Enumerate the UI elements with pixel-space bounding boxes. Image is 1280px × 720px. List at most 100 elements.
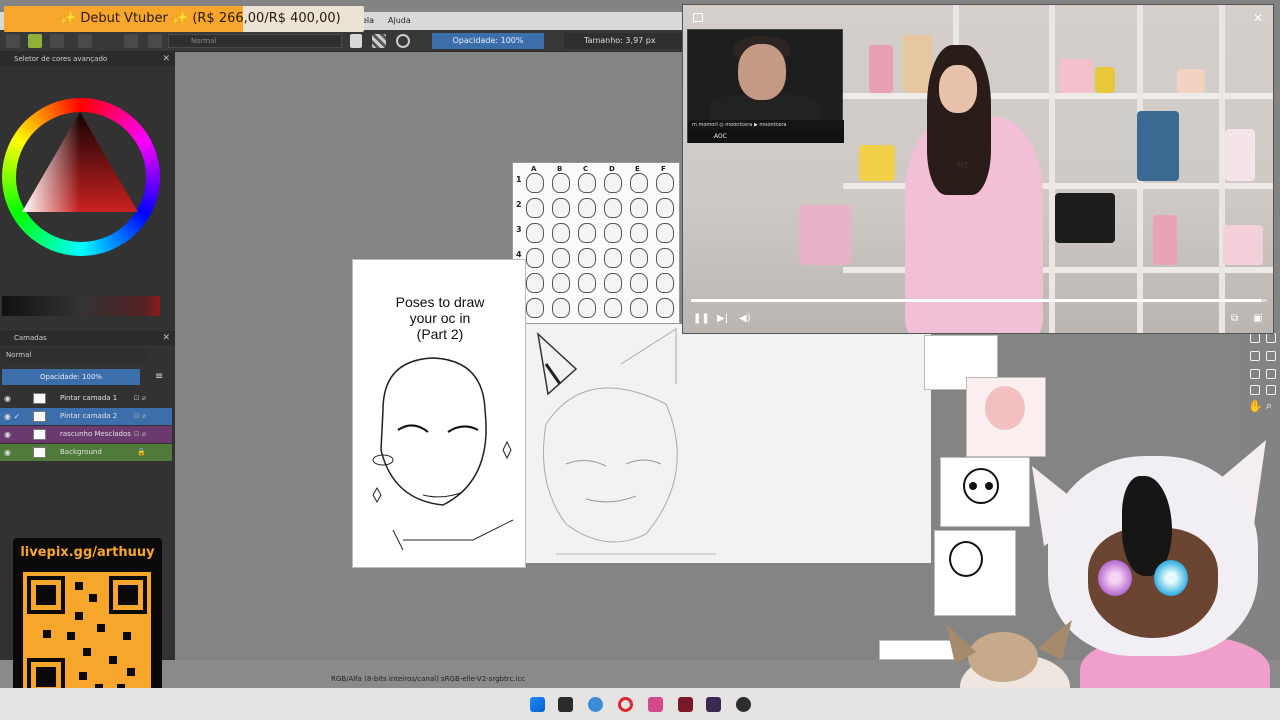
tool-icon[interactable] — [1266, 333, 1276, 343]
opera-icon[interactable] — [618, 697, 633, 712]
obs-icon[interactable] — [736, 697, 751, 712]
grid-column-label: E — [635, 165, 640, 173]
eye-icon[interactable]: ◉ — [4, 426, 11, 443]
grid-column-label: F — [661, 165, 666, 173]
avatar-eye — [1154, 560, 1188, 596]
emote-sketch — [630, 173, 648, 193]
krita-icon[interactable] — [588, 697, 603, 712]
layer-name: Pintar camada 2 — [60, 412, 118, 420]
tool-icon[interactable] — [1250, 385, 1260, 395]
grid-row-label: 3 — [516, 225, 522, 234]
eye-icon[interactable]: ◉ ✓ — [4, 408, 20, 425]
emote-sketch — [656, 223, 674, 243]
layer-thumbnail — [33, 411, 46, 422]
layer-row-selected[interactable]: ◉ ✓ Pintar camada 2 ⊡ ⌀ — [0, 408, 172, 425]
fullscreen-icon[interactable]: ▣ — [1253, 313, 1262, 324]
popout-icon[interactable] — [693, 13, 703, 22]
opacity-slider[interactable]: Opacidade: 100% — [432, 33, 544, 49]
qr-marker — [27, 576, 65, 614]
cat-sketch-drawing — [536, 328, 716, 555]
eye-icon[interactable]: ◉ — [4, 444, 11, 461]
grid-row-label: 4 — [516, 250, 522, 259]
brush-tip-icon[interactable] — [124, 34, 138, 48]
shelf-item — [1059, 59, 1093, 93]
zoom-icon[interactable]: ⌕ — [1266, 399, 1272, 413]
next-icon[interactable]: ▶| — [717, 313, 728, 324]
emote-sketch — [552, 173, 570, 193]
emote-sketch — [552, 298, 570, 318]
emote-sketch — [656, 173, 674, 193]
lock-icon[interactable]: ⊡ ⌀ — [134, 390, 146, 407]
grid-column-label: A — [531, 165, 537, 173]
emote-sketch — [604, 223, 622, 243]
app-icon[interactable] — [648, 697, 663, 712]
eraser-icon[interactable] — [350, 34, 362, 48]
video-player-window[interactable]: ME m momorl ◎ moontcera ▶ moontcera AOC … — [682, 4, 1274, 334]
tool-icon[interactable] — [1266, 351, 1276, 361]
tool-icon[interactable] — [1250, 369, 1260, 379]
tool-icon[interactable] — [1250, 351, 1260, 361]
close-icon[interactable]: ✕ — [162, 331, 170, 345]
layer-blend-select[interactable]: Normal — [2, 348, 147, 362]
shirt-text: ME — [957, 161, 969, 170]
layer-row[interactable]: ◉ Background 🔒 — [0, 444, 172, 461]
tool-icon[interactable] — [1266, 369, 1276, 379]
livepix-qr-card: livepix.gg/arthuuy — [13, 538, 162, 710]
layer-name: rascunho Mesclados — [60, 430, 131, 438]
lock-icon[interactable]: 🔒 — [137, 444, 146, 461]
streamer-brand: AOC — [688, 130, 844, 143]
pip-icon[interactable]: ⧉ — [1231, 313, 1238, 324]
shelf-item — [799, 205, 851, 265]
reload-preset-icon[interactable] — [396, 34, 410, 48]
lock-icon[interactable]: ⊡ ⌀ — [134, 426, 146, 443]
tool-icon[interactable] — [1266, 385, 1276, 395]
hand-icon[interactable]: ✋ — [1248, 399, 1263, 413]
shelf-item — [1055, 193, 1115, 243]
emote-sketch — [604, 173, 622, 193]
pause-icon[interactable]: ❚❚ — [693, 313, 710, 324]
menu-icon[interactable]: ≡ — [155, 371, 163, 382]
eye-icon[interactable]: ◉ — [4, 390, 11, 407]
blend-mode-select[interactable]: Normal — [168, 34, 342, 48]
emote-sketch — [526, 173, 544, 193]
emote-sketch — [630, 248, 648, 268]
video-controls: ❚❚ ▶| ◀) ⧉ ▣ — [683, 307, 1273, 333]
shelf-item — [859, 145, 895, 181]
volume-icon[interactable]: ◀) — [739, 313, 751, 324]
emote-sketch — [656, 273, 674, 293]
windows-start-icon[interactable] — [530, 697, 545, 712]
app-icon[interactable] — [678, 697, 693, 712]
layer-name: Background — [60, 448, 102, 456]
alpha-lock-icon[interactable] — [372, 34, 386, 48]
grid-column-label: B — [557, 165, 563, 173]
layer-row[interactable]: ◉ Pintar camada 1 ⊡ ⌀ — [0, 390, 172, 407]
goal-text: ✨ Debut Vtuber ✨ (R$ 266,00/R$ 400,00) — [60, 11, 341, 26]
brush-settings-icon[interactable] — [148, 34, 162, 48]
color-history-strip[interactable] — [2, 296, 160, 316]
lock-icon[interactable]: ⊡ ⌀ — [134, 408, 146, 425]
close-icon[interactable]: ✕ — [162, 52, 170, 66]
layers-panel-title: Camadas ✕ — [0, 331, 175, 345]
layer-opacity-slider[interactable]: Opacidade: 100% — [2, 369, 140, 385]
close-icon[interactable]: ✕ — [1253, 11, 1263, 25]
app-icon[interactable] — [706, 697, 721, 712]
emote-sketch — [656, 198, 674, 218]
brush-size-slider[interactable]: Tamanho: 3,97 px — [564, 33, 690, 49]
menu-item-ajuda[interactable]: Ajuda — [388, 16, 411, 25]
layer-row[interactable]: ◉ rascunho Mesclados ⊡ ⌀ — [0, 426, 172, 443]
brush-preset-icon[interactable] — [28, 34, 42, 48]
grid-row-label: 2 — [516, 200, 522, 209]
shelf-item — [1153, 215, 1177, 265]
gradient-icon[interactable] — [50, 34, 64, 48]
new-document-icon[interactable] — [6, 34, 20, 48]
pattern-icon[interactable] — [78, 34, 92, 48]
video-progress-bar[interactable] — [691, 299, 1267, 302]
donation-goal-banner: ✨ Debut Vtuber ✨ (R$ 266,00/R$ 400,00) — [4, 6, 364, 32]
emote-sketch — [552, 248, 570, 268]
avatar-eye — [1098, 560, 1132, 596]
task-view-icon[interactable] — [558, 697, 573, 712]
qr-code — [23, 572, 151, 700]
emote-sketch — [526, 223, 544, 243]
shelf-item — [1177, 69, 1205, 93]
tool-icon[interactable] — [1250, 333, 1260, 343]
